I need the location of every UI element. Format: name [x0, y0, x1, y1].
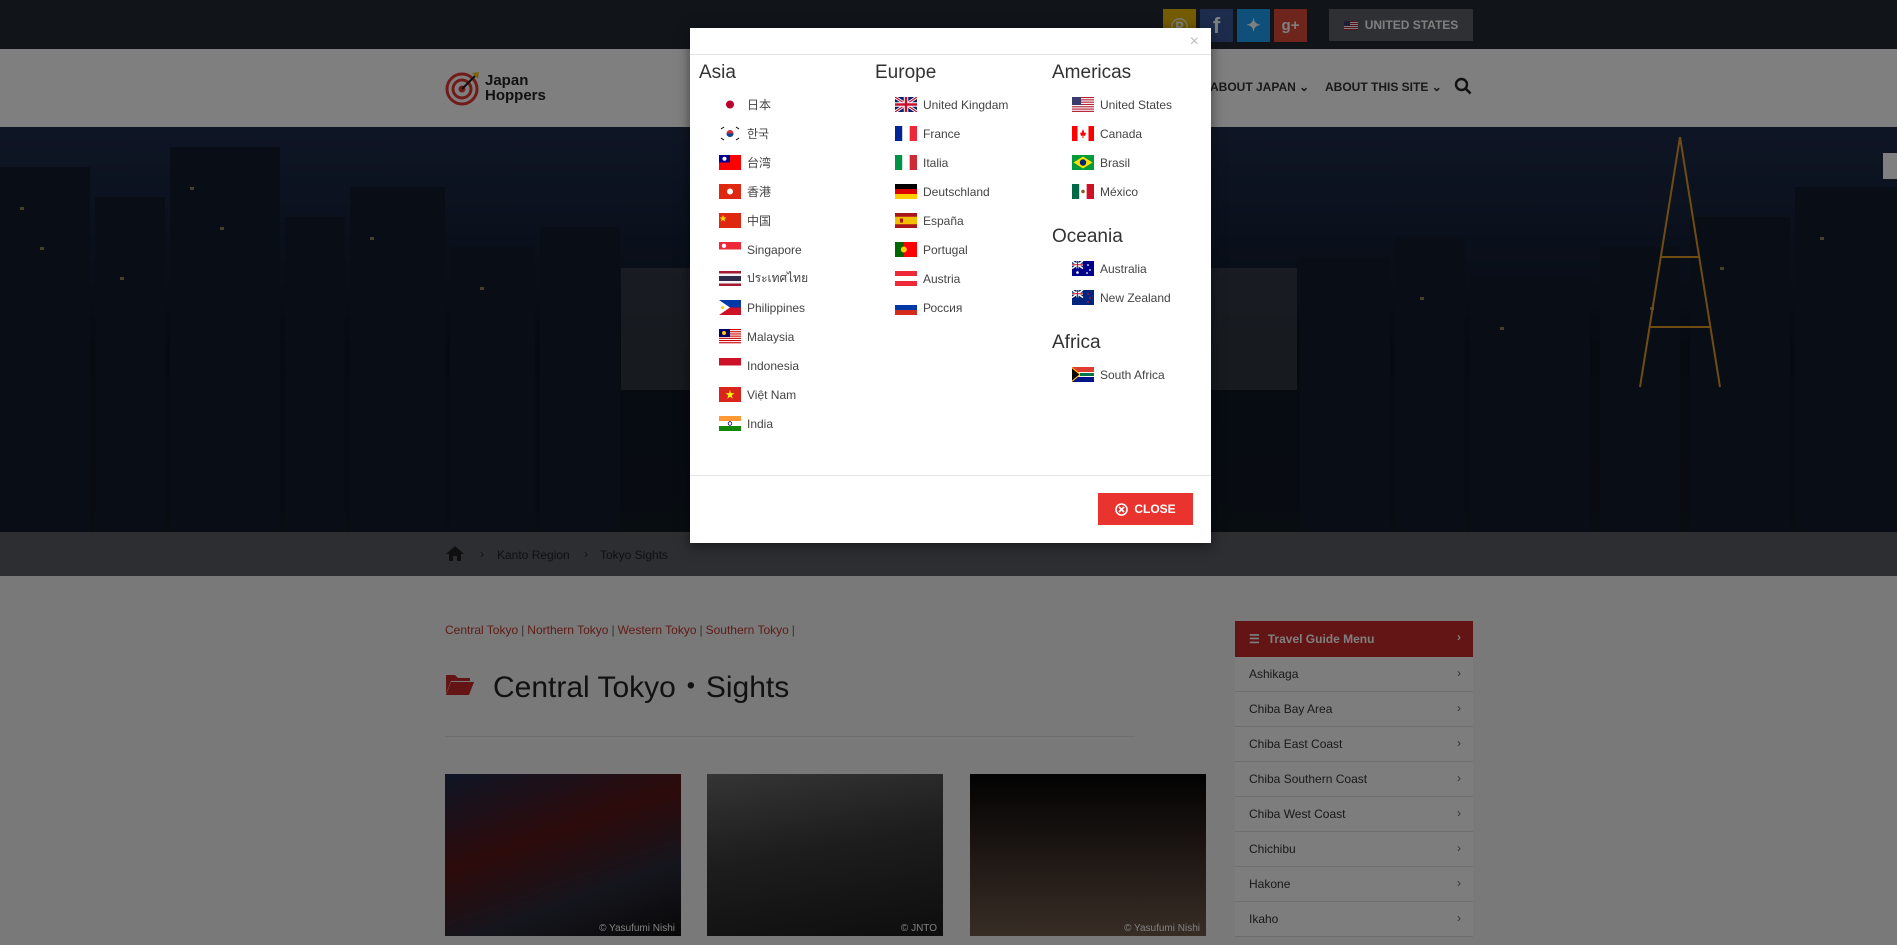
za-flag-icon [1072, 367, 1094, 382]
region-title: Africa [1052, 332, 1101, 353]
country-option-de[interactable]: Deutschland [875, 177, 1008, 206]
cn-flag-icon [719, 213, 741, 228]
country-option-jp[interactable]: 日本 [699, 90, 808, 119]
country-option-pt[interactable]: Portugal [875, 235, 1008, 264]
country-option-fr[interactable]: France [875, 119, 1008, 148]
sg-flag-icon [719, 242, 741, 257]
region-asia: Asia 日本 한국 台湾香港中国 Singapore ประเทศไทย Philipp… [699, 62, 808, 438]
country-option-gb[interactable]: United Kingdam [875, 90, 1008, 119]
ru-flag-icon [895, 300, 917, 315]
country-label: South Africa [1100, 367, 1165, 382]
country-label: Austria [923, 271, 961, 286]
country-label: 日本 [747, 98, 772, 112]
country-label: Brasil [1100, 155, 1131, 170]
fr-flag-icon [895, 126, 917, 141]
country-option-tw[interactable]: 台湾 [699, 148, 808, 177]
divider [690, 54, 1211, 55]
country-label: New Zealand [1100, 290, 1171, 305]
au-flag-icon [1071, 260, 1094, 276]
it-flag-icon [895, 155, 917, 170]
us-flag-icon [1072, 97, 1094, 112]
country-label: Singapore [747, 242, 802, 257]
country-option-br[interactable]: Brasil [1052, 148, 1172, 177]
country-option-sg[interactable]: Singapore [699, 235, 808, 264]
country-option-es[interactable]: España [875, 206, 1008, 235]
country-label: Россия [923, 300, 963, 315]
country-option-au[interactable]: Australia [1052, 254, 1171, 283]
country-option-us[interactable]: United States [1052, 90, 1172, 119]
country-label: France [923, 126, 961, 141]
kr-flag-icon [719, 126, 741, 141]
ph-flag-icon [719, 300, 741, 315]
country-select-modal: × Asia 日本 한국 台湾香港中国 Singapore ประเทศไทย Phili… [690, 28, 1211, 543]
mx-flag-icon [1072, 184, 1094, 199]
country-label: United Kingdam [923, 97, 1009, 112]
jp-flag-icon [719, 97, 741, 112]
vn-flag-icon [719, 387, 741, 402]
country-option-cn[interactable]: 中国 [699, 206, 808, 235]
country-option-ph[interactable]: Philippines [699, 293, 808, 322]
ca-flag-icon [1072, 126, 1094, 141]
country-label: Philippines [747, 300, 806, 315]
region-title: Europe [875, 62, 937, 83]
close-button[interactable]: CLOSE [1098, 493, 1193, 525]
id-flag-icon [719, 358, 741, 373]
region-africa: Africa South Africa [1052, 332, 1165, 389]
country-option-nz[interactable]: New Zealand [1052, 283, 1171, 312]
country-option-za[interactable]: South Africa [1052, 360, 1165, 389]
divider [690, 475, 1211, 476]
country-label: Portugal [923, 242, 968, 257]
country-option-in[interactable]: India [699, 409, 808, 438]
country-label: 中国 [747, 214, 772, 228]
country-option-at[interactable]: Austria [875, 264, 1008, 293]
country-label: Australia [1100, 261, 1147, 276]
country-option-kr[interactable]: 한국 [699, 119, 808, 148]
country-label: Deutschland [923, 184, 990, 199]
country-label: Italia [923, 155, 949, 170]
in-flag-icon [719, 416, 741, 431]
country-label: México [1100, 184, 1139, 199]
country-option-mx[interactable]: México [1052, 177, 1172, 206]
country-label: 台湾 [747, 156, 772, 170]
country-label: United States [1100, 97, 1173, 112]
country-option-it[interactable]: Italia [875, 148, 1008, 177]
country-label: 香港 [747, 185, 772, 199]
hk-flag-icon [719, 184, 741, 199]
country-option-hk[interactable]: 香港 [699, 177, 808, 206]
tw-flag-icon [719, 155, 741, 170]
country-label: Indonesia [747, 358, 800, 373]
region-americas: Americas United States Canada Brasil México [1052, 62, 1172, 206]
country-label: 한국 [747, 127, 770, 141]
country-label: Việt Nam [747, 387, 797, 402]
pt-flag-icon [895, 242, 917, 257]
country-label: Canada [1100, 126, 1143, 141]
my-flag-icon [719, 329, 741, 344]
at-flag-icon [895, 271, 917, 286]
region-title: Asia [699, 62, 736, 83]
de-flag-icon [895, 184, 917, 199]
close-icon[interactable]: × [1190, 33, 1199, 51]
region-title: Americas [1052, 62, 1132, 83]
country-option-my[interactable]: Malaysia [699, 322, 808, 351]
country-option-vn[interactable]: Việt Nam [699, 380, 808, 409]
close-button-label: CLOSE [1134, 502, 1176, 516]
es-flag-icon [895, 213, 917, 228]
br-flag-icon [1072, 155, 1094, 170]
country-option-th[interactable]: ประเทศไทย [699, 264, 808, 293]
country-label: India [747, 416, 774, 431]
nz-flag-icon [1071, 289, 1094, 305]
country-label: ประเทศไทย [747, 271, 809, 285]
region-title: Oceania [1052, 226, 1123, 247]
country-label: Malaysia [747, 329, 795, 344]
th-flag-icon [719, 271, 741, 286]
region-europe: Europe United Kingdam France Italia Deutsch… [875, 62, 1008, 322]
close-circle-icon [1115, 502, 1129, 516]
country-option-ru[interactable]: Россия [875, 293, 1008, 322]
country-option-id[interactable]: Indonesia [699, 351, 808, 380]
country-option-ca[interactable]: Canada [1052, 119, 1172, 148]
gb-flag-icon [894, 95, 918, 114]
region-oceania: Oceania Australia New Zealand [1052, 226, 1171, 312]
country-label: España [923, 213, 964, 228]
